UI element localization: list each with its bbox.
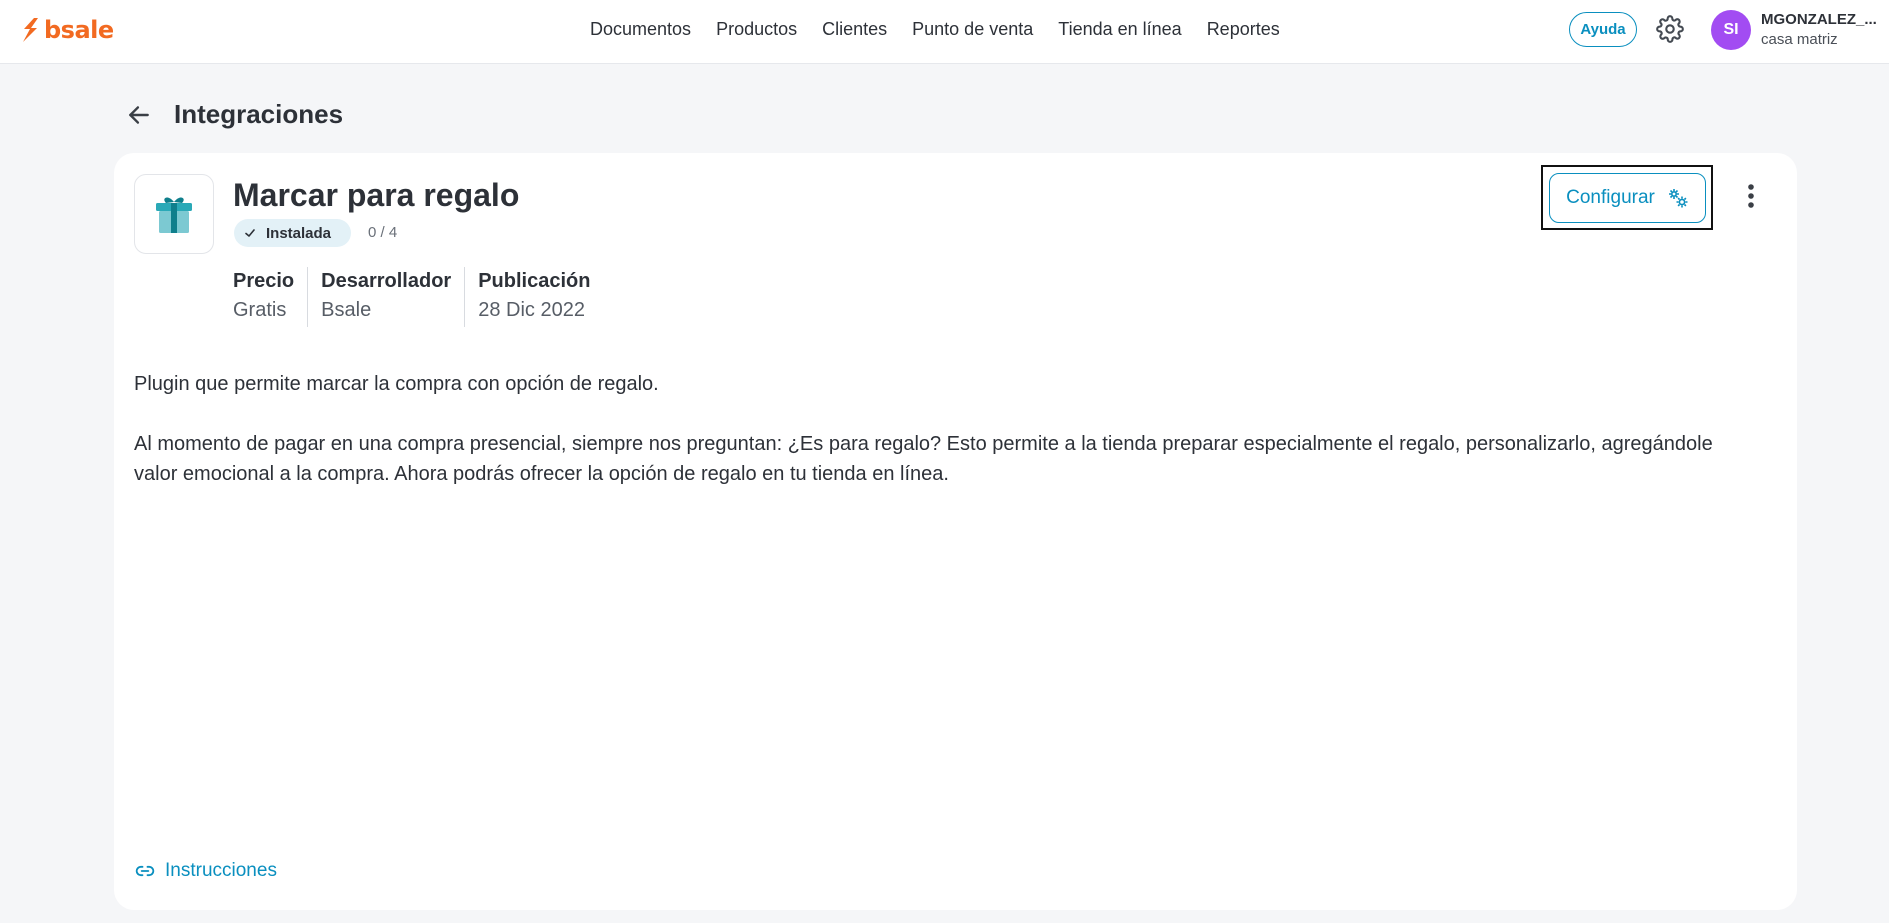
nav-item-punto-de-venta[interactable]: Punto de venta: [912, 19, 1033, 40]
configure-button-label: Configurar: [1566, 187, 1655, 208]
app-icon-tile: [134, 174, 214, 254]
user-branch: casa matriz: [1761, 31, 1838, 48]
nav-item-tienda-en-linea[interactable]: Tienda en línea: [1058, 19, 1181, 40]
meta-price-value: Gratis: [233, 299, 287, 321]
description-paragraph: Plugin que permite marcar la compra con …: [134, 373, 659, 395]
nav-item-productos[interactable]: Productos: [716, 19, 797, 40]
meta-price: Precio Gratis: [233, 267, 307, 327]
instructions-link-label: Instrucciones: [165, 860, 277, 881]
page-title: Integraciones: [174, 99, 344, 129]
link-icon: [135, 865, 155, 877]
nav-item-documentos[interactable]: Documentos: [590, 19, 691, 40]
meta-developer-value: Bsale: [321, 299, 372, 321]
check-icon: [245, 229, 255, 237]
install-count: 0 / 4: [368, 224, 398, 241]
bsale-logo-icon: [23, 18, 38, 42]
user-name[interactable]: MGONZALEZ_...: [1761, 11, 1881, 28]
top-bar: bsale Documentos Productos Clientes Punt…: [0, 0, 1889, 64]
description-paragraph: Al momento de pagar en una compra presen…: [134, 433, 1713, 485]
meta-developer-label: Desarrollador: [321, 270, 452, 292]
kebab-menu-icon[interactable]: [1739, 180, 1763, 212]
arrow-left-icon[interactable]: [126, 102, 152, 128]
configure-button[interactable]: Configurar: [1549, 173, 1706, 223]
integration-meta: Precio Gratis Desarrollador Bsale Public…: [233, 267, 603, 327]
meta-developer: Desarrollador Bsale: [307, 267, 464, 327]
gear-icon[interactable]: [1656, 15, 1684, 43]
status-badge-label: Instalada: [266, 224, 332, 242]
integration-description: Plugin que permite marcar la compra con …: [134, 369, 1734, 519]
help-button[interactable]: Ayuda: [1569, 12, 1637, 47]
instructions-link[interactable]: Instrucciones: [135, 860, 277, 882]
main-nav: Documentos Productos Clientes Punto de v…: [590, 0, 1280, 58]
bsale-logo[interactable]: bsale: [20, 14, 114, 46]
meta-price-label: Precio: [233, 270, 295, 292]
integration-card: Marcar para regalo Instalada 0 / 4 Preci…: [114, 153, 1797, 910]
bsale-logo-text: bsale: [44, 16, 114, 44]
nav-item-clientes[interactable]: Clientes: [822, 19, 887, 40]
meta-published-value: 28 Dic 2022: [478, 299, 585, 321]
nav-item-reportes[interactable]: Reportes: [1207, 19, 1280, 40]
gears-icon: [1668, 189, 1688, 208]
gift-icon: [156, 197, 192, 233]
status-badge: Instalada: [234, 219, 352, 247]
meta-published-label: Publicación: [478, 270, 591, 292]
avatar[interactable]: SI: [1711, 10, 1751, 50]
integration-title: Marcar para regalo: [233, 177, 520, 213]
meta-published: Publicación 28 Dic 2022: [464, 267, 603, 327]
